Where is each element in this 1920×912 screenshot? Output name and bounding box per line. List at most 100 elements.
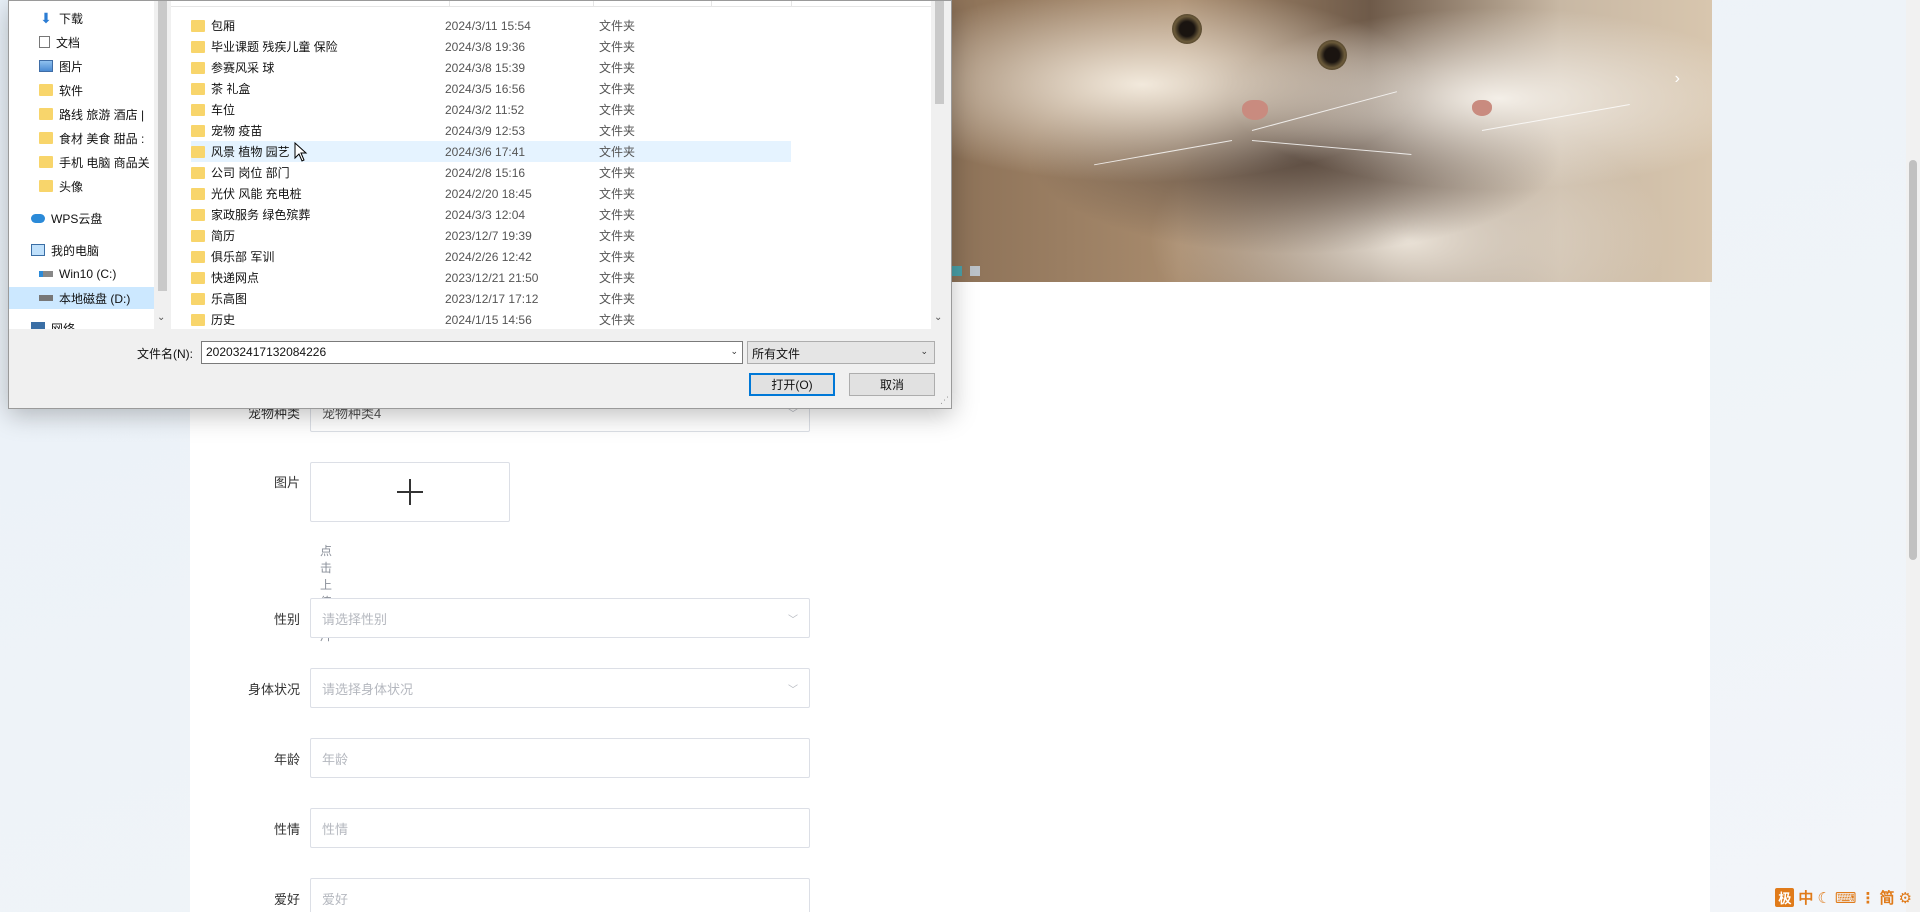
file-row[interactable]: 包厢 2024/3/11 15:54 文件夹 [191, 15, 791, 36]
ime-mode[interactable]: 中 [1798, 887, 1813, 908]
ime-logo[interactable]: 极 [1775, 888, 1795, 907]
open-button[interactable]: 打开(O) [749, 373, 835, 396]
chevron-down-icon[interactable]: ⌄ [934, 312, 942, 323]
nav-item-travel[interactable]: 路线 旅游 酒店 | [39, 103, 164, 125]
file-date: 2023/12/17 17:12 [445, 291, 539, 306]
file-type: 文件夹 [599, 145, 636, 159]
file-row[interactable]: 乐高图 2023/12/17 17:12 文件夹 [191, 288, 791, 309]
file-name: 历史 [211, 313, 236, 327]
moon-icon[interactable]: ☾ [1817, 889, 1830, 907]
file-list-scrollbar[interactable]: ⌄ [931, 1, 948, 329]
gender-select[interactable]: 请选择性别 ﹀ [310, 598, 810, 638]
file-date: 2024/2/8 15:16 [445, 165, 526, 180]
nav-item-food[interactable]: 食材 美食 甜品 : [39, 127, 164, 149]
nav-item-documents[interactable]: 文档 📌 [39, 31, 164, 53]
file-row[interactable]: 家政服务 绿色殡葬 2024/3/3 12:04 文件夹 [191, 204, 791, 225]
carousel-indicator [952, 266, 980, 276]
chevron-right-icon[interactable]: › [1675, 70, 1680, 88]
chevron-down-icon: ⌄ [920, 346, 928, 356]
page-scrollbar[interactable] [1906, 0, 1920, 912]
hobby-placeholder: 爱好 [322, 891, 349, 907]
file-date: 2024/2/20 18:45 [445, 186, 532, 201]
chevron-down-icon: ﹀ [788, 614, 798, 626]
filename-label: 文件名(N): [137, 347, 193, 361]
nav-item-my-computer[interactable]: 我的电脑 [31, 239, 164, 261]
folder-icon [191, 208, 205, 221]
file-scrollbar-thumb[interactable] [935, 1, 944, 104]
file-list: 包厢 2024/3/11 15:54 文件夹 毕业课题 残疾儿童 保险 2024… [171, 1, 931, 329]
file-row[interactable]: 简历 2023/12/7 19:39 文件夹 [191, 225, 791, 246]
file-type: 文件夹 [599, 103, 636, 117]
file-name: 俱乐部 军训 [211, 250, 275, 264]
nav-item-downloads[interactable]: ⬇ 下载 📌 [39, 7, 164, 29]
age-row: 年龄 年龄 [190, 738, 810, 778]
keyboard-icon[interactable]: ⌨ [1835, 889, 1857, 907]
file-type: 文件夹 [599, 250, 636, 264]
nav-scrollbar-thumb[interactable] [158, 1, 167, 291]
nav-item-drive-d[interactable]: 本地磁盘 (D:) [9, 287, 154, 309]
temper-placeholder: 性情 [322, 821, 349, 837]
folder-icon [191, 103, 205, 116]
nav-item-label: 头像 [59, 179, 84, 194]
nav-item-network[interactable]: 网络 [31, 317, 164, 329]
temper-input[interactable]: 性情 [310, 808, 810, 848]
nav-item-wps-cloud[interactable]: WPS云盘 [31, 207, 164, 229]
nav-item-drive-c[interactable]: Win10 (C:) [39, 263, 164, 285]
resize-grip-icon[interactable]: ⋰ [940, 395, 949, 406]
file-row[interactable]: 公司 岗位 部门 2024/2/8 15:16 文件夹 [191, 162, 791, 183]
nav-item-avatar[interactable]: 头像 [39, 175, 164, 197]
carousel-dot[interactable] [952, 266, 962, 276]
cancel-button[interactable]: 取消 [849, 373, 935, 396]
file-type: 文件夹 [599, 82, 636, 96]
ime-simplified[interactable]: 简 [1880, 887, 1895, 908]
hobby-input[interactable]: 爱好 [310, 878, 810, 912]
file-date: 2024/3/2 11:52 [445, 102, 525, 117]
file-row[interactable]: 毕业课题 残疾儿童 保险 2024/3/8 19:36 文件夹 [191, 36, 791, 57]
file-type: 文件夹 [599, 124, 636, 138]
chevron-down-icon[interactable]: ⌄ [730, 346, 738, 357]
file-name: 简历 [211, 229, 236, 243]
nav-item-label: Win10 (C:) [59, 267, 117, 281]
nav-item-pictures[interactable]: 图片 📌 [39, 55, 164, 77]
gender-placeholder: 请选择性别 [322, 611, 388, 627]
health-row: 身体状况 请选择身体状况 ﹀ [190, 668, 810, 708]
folder-icon [191, 61, 205, 74]
image-upload-button[interactable] [310, 462, 510, 522]
file-row[interactable]: 历史 2024/1/15 14:56 文件夹 [191, 309, 791, 329]
chevron-down-icon[interactable]: ⌄ [157, 312, 165, 323]
file-type: 文件夹 [599, 40, 636, 54]
nav-scrollbar[interactable]: ⌄ [154, 1, 171, 329]
folder-icon [39, 108, 53, 120]
file-row[interactable]: 快递网点 2023/12/21 21:50 文件夹 [191, 267, 791, 288]
filename-input[interactable]: 202032417132084226 ⌄ [201, 341, 743, 364]
temper-row: 性情 性情 [190, 808, 810, 848]
picture-icon [39, 60, 53, 72]
page-scrollbar-thumb[interactable] [1909, 160, 1917, 560]
gear-icon[interactable]: ⚙ [1899, 889, 1912, 907]
file-row[interactable]: 茶 礼盒 2024/3/5 16:56 文件夹 [191, 78, 791, 99]
health-select[interactable]: 请选择身体状况 ﹀ [310, 668, 810, 708]
file-row[interactable]: 光伏 风能 充电桩 2024/2/20 18:45 文件夹 [191, 183, 791, 204]
file-date: 2024/3/5 16:56 [445, 81, 526, 96]
age-input[interactable]: 年龄 [310, 738, 810, 778]
folder-icon [39, 132, 53, 144]
filetype-select[interactable]: 所有文件 ⌄ [747, 341, 935, 364]
more-icon[interactable]: ⋮ [1861, 889, 1876, 907]
nav-item-software[interactable]: 软件 📌 [39, 79, 164, 101]
health-placeholder: 请选择身体状况 [322, 681, 414, 697]
file-name: 公司 岗位 部门 [211, 166, 290, 180]
age-label: 年龄 [273, 751, 300, 767]
file-row[interactable]: 俱乐部 军训 2024/2/26 12:42 文件夹 [191, 246, 791, 267]
age-placeholder: 年龄 [322, 751, 349, 767]
file-row[interactable]: 车位 2024/3/2 11:52 文件夹 [191, 99, 791, 120]
file-row-hovered[interactable]: 风景 植物 园艺 2024/3/6 17:41 文件夹 [191, 141, 791, 162]
folder-icon [191, 250, 205, 263]
cloud-icon [31, 213, 45, 223]
folder-icon [191, 313, 205, 326]
carousel-dot[interactable] [970, 266, 980, 276]
drive-icon [39, 271, 53, 277]
file-row[interactable]: 宠物 疫苗 2024/3/9 12:53 文件夹 [191, 120, 791, 141]
file-row[interactable]: 参赛风采 球 2024/3/8 15:39 文件夹 [191, 57, 791, 78]
nav-item-electronics[interactable]: 手机 电脑 商品关 [39, 151, 164, 173]
nav-item-label: 软件 [59, 83, 84, 98]
